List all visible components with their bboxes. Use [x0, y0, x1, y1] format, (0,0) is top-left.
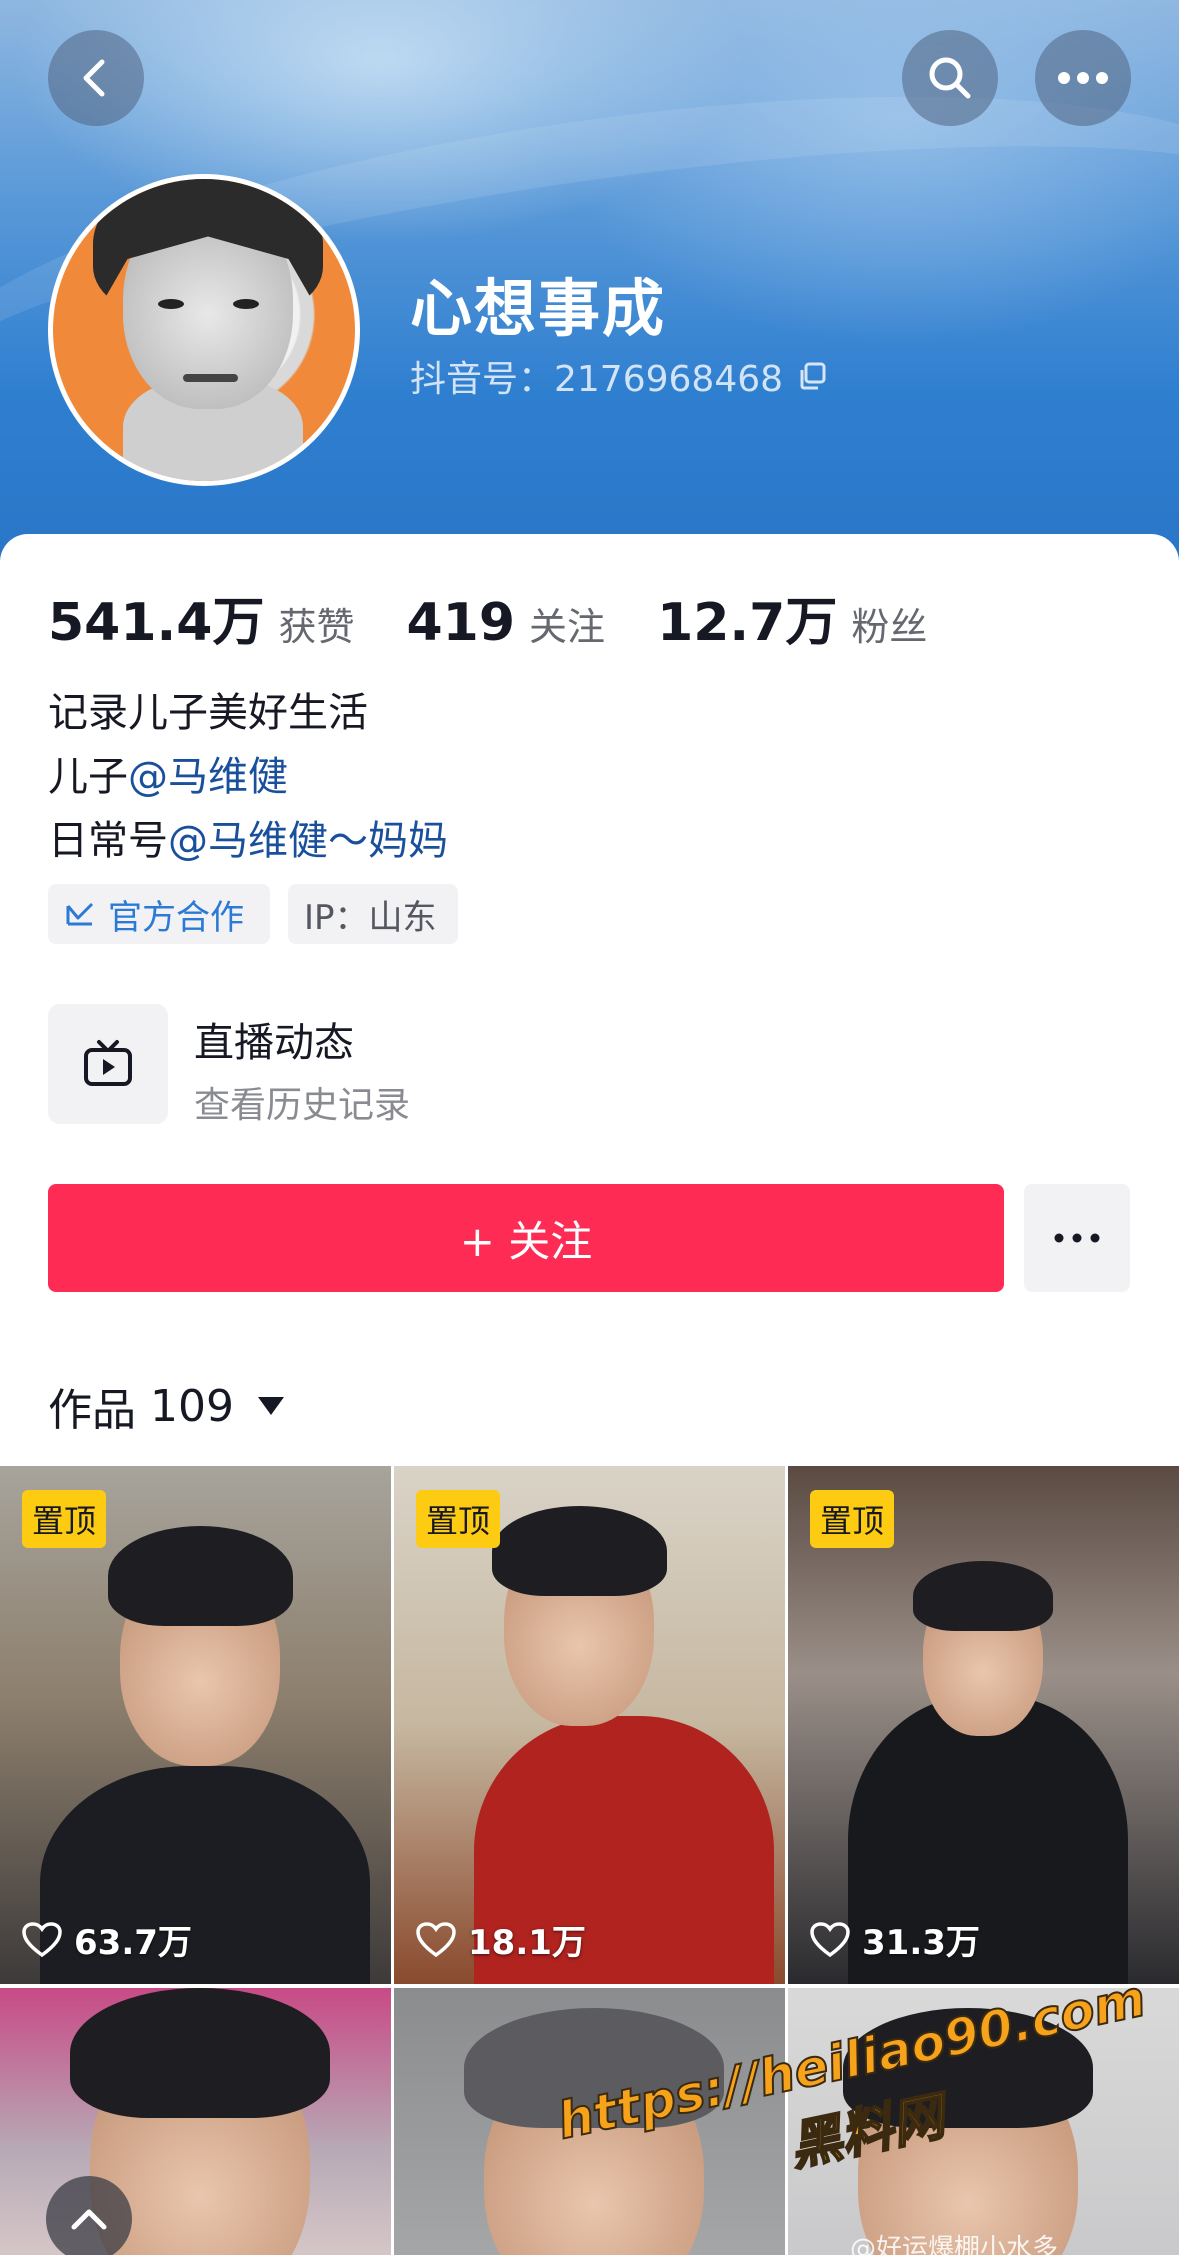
- follow-button-label: + 关注: [459, 1216, 593, 1266]
- heart-icon: [810, 1921, 850, 1957]
- bio-line: 日常号@马维健～妈妈: [48, 808, 448, 866]
- stat-label: 获赞: [278, 605, 355, 649]
- heart-icon: [22, 1921, 62, 1957]
- profile-card: [0, 534, 1179, 1464]
- stat-label: 粉丝: [851, 605, 928, 649]
- video-thumbnail[interactable]: 置顶 63.7万: [0, 1466, 391, 1984]
- pinned-badge: 置顶: [810, 1490, 895, 1548]
- avatar[interactable]: [48, 174, 360, 486]
- more-options-button[interactable]: [1035, 30, 1131, 126]
- stat-following[interactable]: 419 关注: [407, 593, 606, 653]
- works-tab[interactable]: 作品 109: [48, 1374, 284, 1438]
- avatar-eye: [233, 299, 259, 309]
- works-label: 作品: [48, 1385, 136, 1436]
- bio-line: 儿子@马维健: [48, 744, 288, 802]
- search-icon: [929, 57, 971, 99]
- like-count: 63.7万: [22, 1915, 192, 1964]
- stat-label: 关注: [529, 605, 606, 649]
- mention-link[interactable]: @马维健: [128, 754, 288, 800]
- stat-likes[interactable]: 541.4万 获赞: [48, 580, 355, 655]
- chevron-up-icon: [71, 2209, 107, 2230]
- thumbnail-figure: [492, 1506, 667, 1596]
- official-tag-label: 官方合作: [108, 897, 244, 938]
- live-title[interactable]: 直播动态: [194, 1010, 354, 1068]
- more-icon: [1054, 1233, 1100, 1243]
- avatar-eye: [158, 299, 184, 309]
- stat-followers[interactable]: 12.7万 粉丝: [657, 580, 927, 655]
- live-history-button[interactable]: [48, 1004, 168, 1124]
- more-icon: [1058, 72, 1108, 84]
- ip-location-tag: IP：山东: [288, 884, 458, 944]
- search-button[interactable]: [902, 30, 998, 126]
- bio-text: 日常号: [48, 818, 168, 864]
- works-count: 109: [150, 1380, 234, 1432]
- more-actions-button[interactable]: [1024, 1184, 1130, 1292]
- video-thumbnail[interactable]: 置顶 31.3万: [788, 1466, 1179, 1984]
- like-count: 18.1万: [416, 1915, 586, 1964]
- like-count: 31.3万: [810, 1915, 980, 1964]
- live-tv-icon: [84, 1040, 132, 1086]
- thumbnail-figure: [913, 1561, 1053, 1631]
- avatar-mouth: [183, 374, 238, 382]
- stat-value: 419: [406, 593, 516, 653]
- video-thumbnail[interactable]: 置顶 18.1万: [394, 1466, 785, 1984]
- weibo-watermark: @好运爆棚小水多: [850, 2234, 1059, 2255]
- douyin-id[interactable]: 抖音号：2176968468: [410, 350, 827, 402]
- back-icon: [83, 59, 105, 97]
- official-cooperation-tag[interactable]: 官方合作: [48, 884, 270, 944]
- ip-tag-label: IP：山东: [304, 897, 437, 938]
- profile-nickname: 心想事成: [410, 272, 667, 345]
- pinned-badge: 置顶: [416, 1490, 501, 1548]
- pinned-badge: 置顶: [22, 1490, 107, 1548]
- scroll-to-top-button[interactable]: [46, 2176, 132, 2255]
- official-icon: [66, 902, 94, 926]
- caret-down-icon[interactable]: [257, 1397, 284, 1415]
- heart-icon: [416, 1921, 456, 1957]
- douyin-id-text: 抖音号：2176968468: [410, 359, 784, 400]
- like-count-text: 31.3万: [862, 1923, 980, 1963]
- thumbnail-figure: [70, 1988, 330, 2118]
- copy-icon[interactable]: [797, 361, 827, 391]
- mention-link[interactable]: @马维健～妈妈: [168, 818, 448, 864]
- stat-value: 541.4万: [48, 593, 265, 653]
- like-count-text: 63.7万: [74, 1923, 192, 1963]
- live-subtitle: 查看历史记录: [194, 1085, 411, 1126]
- thumbnail-figure: [108, 1526, 293, 1626]
- follow-button[interactable]: + 关注: [48, 1184, 1004, 1292]
- like-count-text: 18.1万: [468, 1923, 586, 1963]
- back-button[interactable]: [48, 30, 144, 126]
- stat-value: 12.7万: [657, 593, 838, 653]
- profile-stats: 541.4万 获赞 419 关注 12.7万 粉丝: [48, 580, 979, 655]
- bio-text: 儿子: [48, 754, 128, 800]
- bio-line: 记录儿子美好生活: [48, 690, 368, 736]
